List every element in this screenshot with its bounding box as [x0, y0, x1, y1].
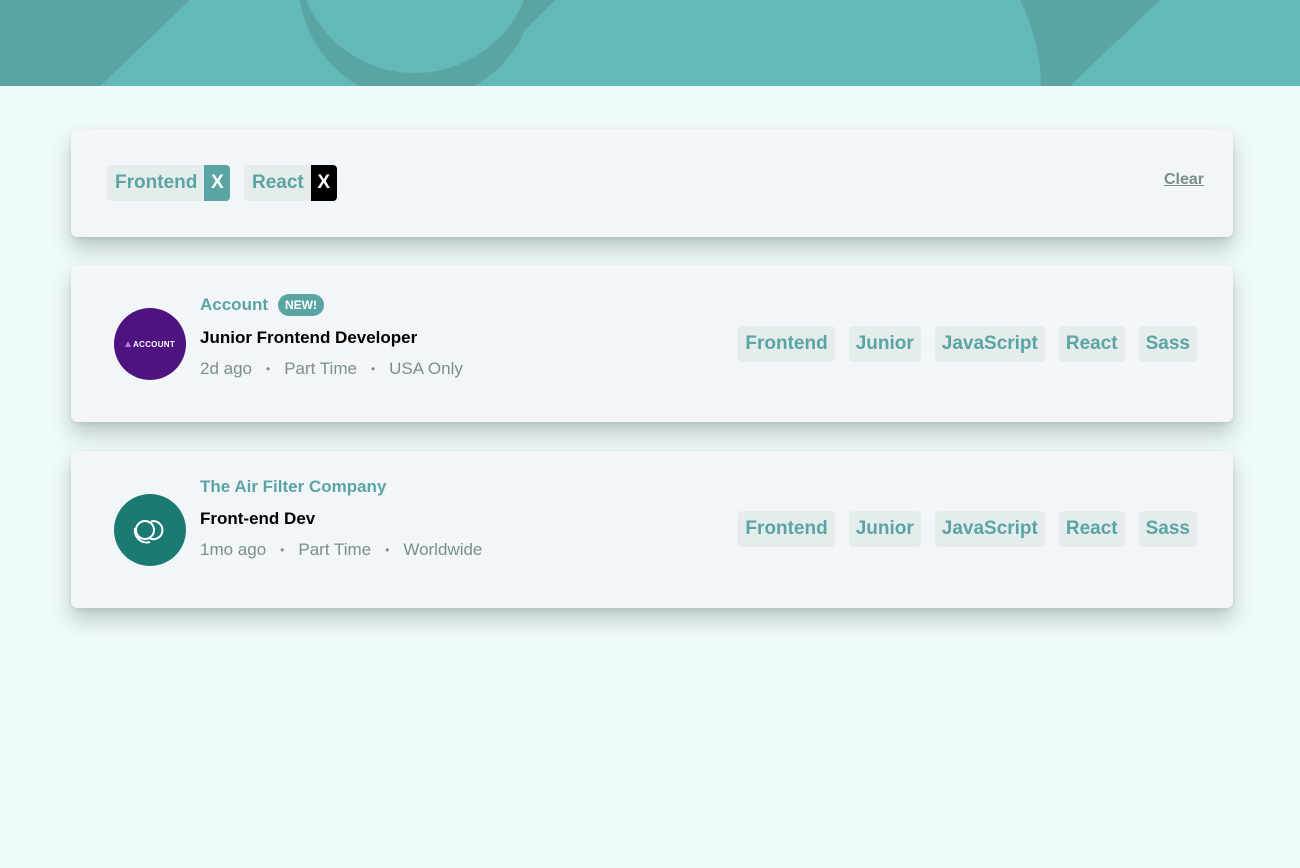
- filter-bar: Frontend X React X Clear: [71, 129, 1233, 237]
- filter-chip-frontend: Frontend X: [107, 165, 231, 201]
- job-title[interactable]: Junior Frontend Developer: [200, 328, 417, 348]
- new-badge: NEW!: [278, 294, 324, 316]
- job-location: USA Only: [389, 359, 463, 378]
- tag-react[interactable]: React: [1058, 511, 1125, 547]
- tag-sass[interactable]: Sass: [1138, 511, 1197, 547]
- job-location: Worldwide: [403, 540, 483, 559]
- logo-text: ACCOUNT: [132, 339, 176, 349]
- separator-dot: •: [266, 362, 271, 376]
- air-filter-logo: [114, 494, 186, 566]
- company-row: The Air Filter Company: [200, 477, 386, 497]
- triangle-icon: [124, 341, 131, 347]
- separator-dot: •: [370, 362, 376, 376]
- separator-dot: •: [385, 543, 390, 557]
- remove-filter-button[interactable]: X: [310, 165, 337, 201]
- company-name: Account: [200, 295, 268, 314]
- clear-filters-link[interactable]: Clear: [1164, 171, 1204, 189]
- job-meta: 2d ago • Part Time • USA Only: [200, 359, 463, 379]
- job-tags: Frontend Junior JavaScript React Sass: [738, 511, 1197, 547]
- remove-filter-button[interactable]: X: [204, 165, 231, 201]
- tag-react[interactable]: React: [1058, 326, 1125, 362]
- contract-type: Part Time: [284, 359, 357, 378]
- company-name: The Air Filter Company: [200, 477, 387, 496]
- contract-type: Part Time: [298, 540, 372, 559]
- account-logo: ACCOUNT: [114, 308, 186, 380]
- filter-chip-label: React: [252, 172, 304, 193]
- posted-at: 1mo ago: [200, 540, 267, 559]
- job-tags: Frontend Junior JavaScript React Sass: [738, 326, 1197, 362]
- filter-chip-react: React X: [244, 165, 337, 201]
- tag-frontend[interactable]: Frontend: [738, 511, 835, 547]
- job-meta: 1mo ago • Part Time • Worldwide: [200, 540, 482, 560]
- logo-wordmark: ACCOUNT: [124, 339, 176, 349]
- job-listing: The Air Filter Company Front-end Dev 1mo…: [71, 451, 1233, 608]
- company-row: Account NEW!: [200, 294, 324, 316]
- separator-dot: •: [280, 543, 285, 557]
- posted-at: 2d ago: [200, 359, 252, 378]
- header-pattern: [0, 0, 1300, 86]
- filter-chip-label: Frontend: [115, 172, 198, 193]
- tag-junior[interactable]: Junior: [848, 511, 921, 547]
- tag-javascript[interactable]: JavaScript: [934, 326, 1045, 362]
- tag-sass[interactable]: Sass: [1138, 326, 1197, 362]
- tag-javascript[interactable]: JavaScript: [934, 511, 1045, 547]
- job-listing: ACCOUNT Account NEW! Junior Frontend Dev…: [71, 265, 1233, 422]
- rings-icon: [133, 520, 164, 544]
- header-banner: [0, 0, 1300, 86]
- tag-junior[interactable]: Junior: [848, 326, 921, 362]
- tag-frontend[interactable]: Frontend: [738, 326, 835, 362]
- job-title[interactable]: Front-end Dev: [200, 509, 315, 529]
